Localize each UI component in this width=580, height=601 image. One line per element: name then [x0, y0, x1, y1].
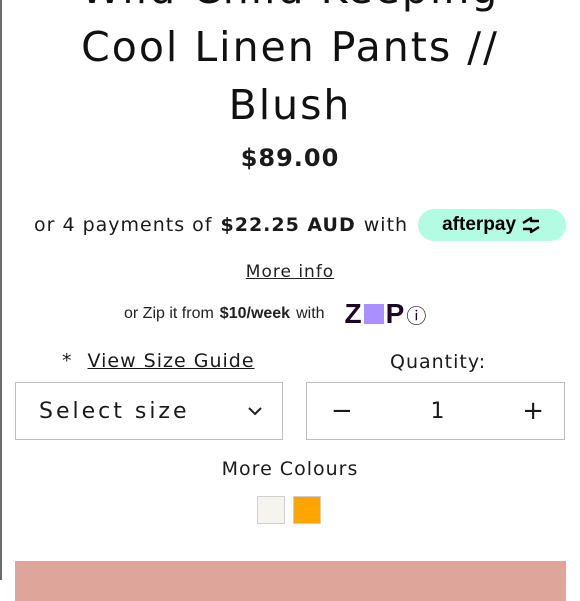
colour-swatches [257, 496, 321, 524]
add-to-cart-button[interactable] [15, 561, 566, 601]
afterpay-suffix: with [363, 214, 409, 236]
quantity-decrease-button[interactable]: − [331, 398, 353, 424]
info-icon[interactable]: ⓘ [406, 300, 426, 329]
afterpay-arrows-icon [522, 216, 540, 234]
zip-suffix: with [296, 305, 325, 322]
zip-logo[interactable]: Z P ⓘ [345, 298, 427, 330]
afterpay-prefix: or 4 payments of [34, 214, 213, 236]
product-title-line-3: Blush [228, 81, 352, 129]
size-select[interactable]: Select size [15, 382, 283, 440]
quantity-label: Quantity: [390, 351, 487, 373]
size-select-value: Select size [39, 398, 190, 424]
more-colours-label: More Colours [221, 458, 359, 480]
view-size-guide-link[interactable]: View Size Guide [88, 350, 255, 372]
product-title-line-1: Wild Child Keeping [0, 0, 580, 18]
zip-logo-square-icon [363, 304, 384, 324]
chevron-down-icon [248, 407, 262, 416]
zip-logo-right: P [385, 298, 405, 329]
afterpay-amount: $22.25 AUD [220, 214, 356, 236]
zip-logo-left: Z [344, 298, 362, 329]
colour-swatch-cream[interactable] [257, 496, 285, 524]
product-title: Wild Child Keeping Cool Linen Pants // B… [0, 0, 580, 134]
more-info-link[interactable]: More info [0, 262, 580, 282]
product-title-line-2: Cool Linen Pants // [81, 23, 499, 71]
afterpay-installment-row: or 4 payments of $22.25 AUD with afterpa… [34, 209, 567, 241]
quantity-value[interactable]: 1 [431, 399, 445, 424]
zip-payment-row: or Zip it from $10/week with Z P ⓘ [124, 298, 427, 330]
afterpay-logo-text: afterpay [442, 214, 517, 235]
quantity-stepper[interactable]: − 1 + [306, 382, 565, 440]
product-price: $89.00 [240, 144, 340, 172]
colour-swatch-orange[interactable] [293, 496, 321, 524]
zip-prefix: or Zip it from [124, 305, 214, 322]
zip-amount: $10/week [219, 305, 291, 322]
afterpay-logo[interactable]: afterpay [418, 209, 567, 241]
quantity-increase-button[interactable]: + [522, 398, 544, 424]
size-guide-row: * View Size Guide [62, 350, 255, 372]
size-guide-marker: * [62, 350, 73, 372]
